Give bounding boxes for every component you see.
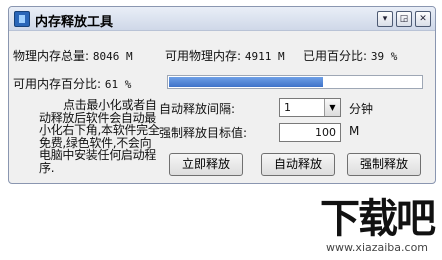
auto-release-button[interactable]: 自动释放 xyxy=(261,153,335,176)
title-bar[interactable]: 内存释放工具 ▾ ◲ ✕ xyxy=(9,7,435,31)
available-percent-value: 61 % xyxy=(104,78,132,91)
app-icon xyxy=(14,11,30,27)
available-memory-label: 可用物理内存: xyxy=(165,49,242,63)
target-value-input[interactable]: 100 xyxy=(279,123,341,142)
watermark-logo: 下载吧 www.xiazaiba.com xyxy=(320,196,436,254)
available-percent: 可用内存百分比: 61 % xyxy=(13,75,131,92)
description-text: 点击最小化或者自动释放后软件会自动最小化右下角,本软件完全免费,绿色软件,不会向… xyxy=(39,98,160,175)
available-percent-label: 可用内存百分比: xyxy=(13,77,102,91)
force-release-button[interactable]: 强制释放 xyxy=(347,153,421,176)
memory-progress-bar xyxy=(167,75,423,89)
used-percent-value: 39 % xyxy=(370,50,398,63)
total-memory-value: 8046 M xyxy=(92,50,133,63)
memory-progress-fill xyxy=(169,77,323,87)
target-label: 强制释放目标值: xyxy=(159,126,248,140)
watermark-url: www.xiazaiba.com xyxy=(325,241,429,254)
restore-button[interactable]: ◲ xyxy=(396,11,412,27)
interval-select-value: 1 xyxy=(284,101,291,114)
target-value-text: 100 xyxy=(315,126,336,139)
watermark-main: 下载吧 xyxy=(320,196,436,242)
interval-label: 自动释放间隔: xyxy=(159,102,236,116)
used-percent-label: 已用百分比: xyxy=(303,49,368,63)
available-memory-value: 4911 M xyxy=(244,50,285,63)
close-button[interactable]: ✕ xyxy=(415,11,431,27)
release-now-button[interactable]: 立即释放 xyxy=(169,153,243,176)
chevron-down-icon[interactable]: ▼ xyxy=(324,99,340,116)
used-percent: 已用百分比: 39 % xyxy=(303,47,397,64)
interval-select[interactable]: 1 ▼ xyxy=(279,98,341,117)
total-memory: 物理内存总量: 8046 M xyxy=(13,47,133,64)
menu-dropdown-button[interactable]: ▾ xyxy=(377,11,393,27)
available-memory: 可用物理内存: 4911 M xyxy=(165,47,285,64)
app-window: 内存释放工具 ▾ ◲ ✕ 物理内存总量: 8046 M 可用物理内存: 4911… xyxy=(8,6,436,184)
interval-unit: 分钟 xyxy=(349,102,374,116)
total-memory-label: 物理内存总量: xyxy=(13,49,90,63)
target-unit: M xyxy=(349,124,360,138)
window-title: 内存释放工具 xyxy=(35,15,114,30)
